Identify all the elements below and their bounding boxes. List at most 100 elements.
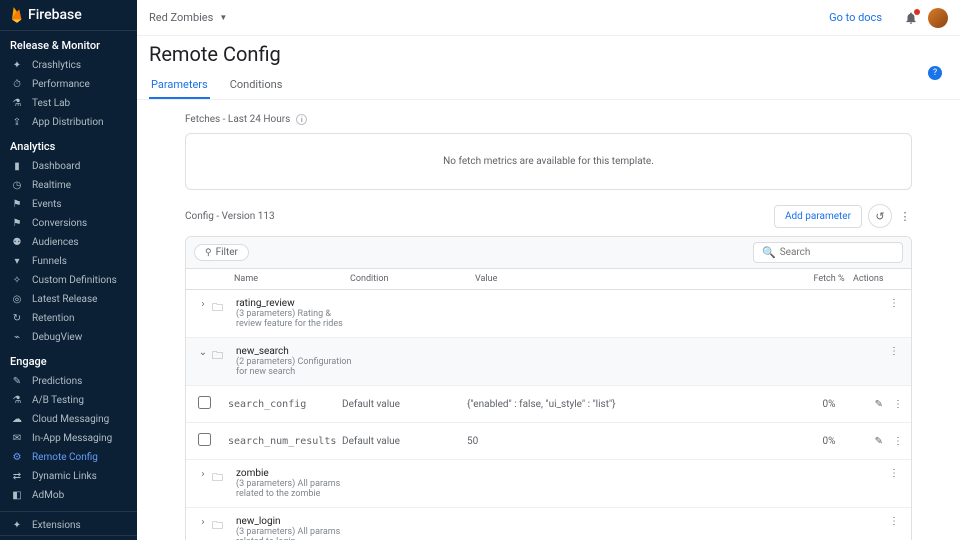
param-fetch: 0% bbox=[805, 399, 853, 410]
edit-icon[interactable]: ✎ bbox=[875, 436, 883, 447]
param-value: 50 bbox=[467, 436, 805, 447]
sidebar-item-a-b-testing[interactable]: ⚗A/B Testing bbox=[0, 391, 137, 410]
col-condition: Condition bbox=[350, 274, 475, 284]
search-icon: 🔍 bbox=[762, 246, 776, 259]
row-overflow-menu[interactable]: ⋮ bbox=[885, 298, 903, 309]
sidebar-item-audiences[interactable]: ⚉ Audiences bbox=[0, 233, 137, 252]
search-box[interactable]: 🔍 bbox=[753, 242, 903, 263]
sidebar-item-label: Events bbox=[32, 199, 62, 210]
nav-icon: ◧ bbox=[10, 490, 24, 501]
group-row[interactable]: ›🗀new_login(3 parameters) All params rel… bbox=[186, 508, 911, 540]
firebase-logo[interactable]: Firebase bbox=[0, 0, 137, 31]
nav-icon: ⚉ bbox=[10, 237, 24, 248]
chevron-right-icon[interactable]: › bbox=[194, 299, 212, 310]
section-release: Release & Monitor bbox=[0, 31, 137, 56]
row-overflow-menu[interactable]: ⋮ bbox=[885, 468, 903, 479]
avatar[interactable] bbox=[928, 8, 948, 28]
nav-icon: ▾ bbox=[10, 256, 24, 267]
param-condition: Default value bbox=[342, 436, 467, 447]
group-row[interactable]: ›🗀rating_review(3 parameters) Rating & r… bbox=[186, 290, 911, 338]
main: Red Zombies ▼ Go to docs Remote Config ?… bbox=[137, 0, 960, 540]
sidebar-item-label: Retention bbox=[32, 313, 75, 324]
sidebar-item-debugview[interactable]: ⌁DebugView bbox=[0, 328, 137, 347]
sidebar-item-extensions[interactable]: ✦ Extensions bbox=[0, 511, 137, 535]
filter-chip[interactable]: ⚲ Filter bbox=[194, 244, 249, 261]
sidebar: Firebase Release & Monitor ✦Crashlytics⏱… bbox=[0, 0, 137, 540]
nav-icon: ⏱ bbox=[10, 79, 24, 90]
sidebar-item-label: Dashboard bbox=[32, 161, 80, 172]
add-parameter-button[interactable]: Add parameter bbox=[774, 205, 862, 228]
sidebar-item-cloud-messaging[interactable]: ☁Cloud Messaging bbox=[0, 410, 137, 429]
sidebar-item-crashlytics[interactable]: ✦Crashlytics bbox=[0, 56, 137, 75]
sidebar-item-label: Extensions bbox=[32, 520, 81, 531]
chevron-right-icon[interactable]: › bbox=[194, 469, 212, 480]
row-overflow-menu[interactable]: ⋮ bbox=[885, 516, 903, 527]
folder-icon: 🗀 bbox=[212, 469, 230, 488]
nav-icon: ⇪ bbox=[10, 117, 24, 128]
tab-conditions[interactable]: Conditions bbox=[228, 72, 285, 99]
project-name: Red Zombies bbox=[149, 11, 213, 24]
sidebar-item-funnels[interactable]: ▾Funnels bbox=[0, 252, 137, 271]
nav-icon: ✧ bbox=[10, 275, 24, 286]
help-icon[interactable]: ? bbox=[928, 66, 942, 80]
nav-icon: ⚙ bbox=[10, 452, 24, 463]
nav-icon: ⚗ bbox=[10, 98, 24, 109]
nav-icon: ◷ bbox=[10, 180, 24, 191]
nav-icon: ✦ bbox=[10, 60, 24, 71]
row-overflow-menu[interactable]: ⋮ bbox=[893, 436, 903, 447]
nav-icon: ▮ bbox=[10, 161, 24, 172]
sidebar-item-app-distribution[interactable]: ⇪ App Distribution bbox=[0, 113, 137, 132]
notifications-icon[interactable] bbox=[904, 11, 918, 25]
sidebar-item-latest-release[interactable]: ◎Latest Release bbox=[0, 290, 137, 309]
go-to-docs-link[interactable]: Go to docs bbox=[829, 11, 882, 24]
group-row[interactable]: ⌄🗀new_search(2 parameters) Configuration… bbox=[186, 338, 911, 386]
sidebar-item-conversions[interactable]: ⚑ Conversions bbox=[0, 214, 137, 233]
group-row[interactable]: ›🗀 zombie(3 parameters) All params relate… bbox=[186, 460, 911, 508]
sidebar-item-label: AdMob bbox=[32, 490, 64, 501]
history-button[interactable]: ↺ bbox=[868, 204, 892, 228]
sidebar-item-custom-definitions[interactable]: ✧ Custom Definitions bbox=[0, 271, 137, 290]
group-desc: (3 parameters) All params related to the… bbox=[236, 479, 356, 499]
sidebar-item-performance[interactable]: ⏱Performance bbox=[0, 75, 137, 94]
group-desc: (2 parameters) Configuration for new sea… bbox=[236, 357, 356, 377]
folder-icon: 🗀 bbox=[212, 347, 230, 366]
param-name: search_num_results bbox=[222, 436, 342, 447]
topbar: Red Zombies ▼ Go to docs bbox=[137, 0, 960, 36]
sidebar-item-realtime[interactable]: ◷Realtime bbox=[0, 176, 137, 195]
sidebar-item-label: Conversions bbox=[32, 218, 87, 229]
row-checkbox[interactable] bbox=[198, 396, 211, 409]
sidebar-item-label: Audiences bbox=[32, 237, 79, 248]
group-name: zombie bbox=[236, 468, 885, 479]
edit-icon[interactable]: ✎ bbox=[875, 399, 883, 410]
sidebar-item-label: A/B Testing bbox=[32, 395, 84, 406]
tab-parameters[interactable]: Parameters bbox=[149, 72, 210, 99]
sidebar-item-in-app-messaging[interactable]: ✉In-App Messaging bbox=[0, 429, 137, 448]
col-fetch: Fetch % bbox=[805, 274, 853, 284]
sidebar-item-test-lab[interactable]: ⚗ Test Lab bbox=[0, 94, 137, 113]
project-selector[interactable]: Red Zombies ▼ bbox=[149, 11, 227, 24]
info-icon[interactable]: i bbox=[296, 114, 307, 125]
search-input[interactable] bbox=[780, 247, 894, 258]
sidebar-item-label: Test Lab bbox=[32, 98, 70, 109]
chevron-down-icon[interactable]: ⌄ bbox=[194, 347, 212, 358]
row-checkbox[interactable] bbox=[198, 433, 211, 446]
nav-icon: ⚑ bbox=[10, 218, 24, 229]
row-overflow-menu[interactable]: ⋮ bbox=[885, 346, 903, 357]
nav-icon: ☁ bbox=[10, 414, 24, 425]
row-overflow-menu[interactable]: ⋮ bbox=[893, 399, 903, 410]
param-condition: Default value bbox=[342, 399, 467, 410]
sidebar-item-dynamic-links[interactable]: ⇄Dynamic Links bbox=[0, 467, 137, 486]
sidebar-item-admob[interactable]: ◧ AdMob bbox=[0, 486, 137, 505]
sidebar-item-remote-config[interactable]: ⚙Remote Config bbox=[0, 448, 137, 467]
param-row: search_configDefault value{"enabled" : f… bbox=[186, 386, 911, 423]
sidebar-item-label: Custom Definitions bbox=[32, 275, 117, 286]
sidebar-item-label: App Distribution bbox=[32, 117, 104, 128]
sidebar-item-dashboard[interactable]: ▮ Dashboard bbox=[0, 157, 137, 176]
sidebar-item-events[interactable]: ⚑Events bbox=[0, 195, 137, 214]
overflow-menu[interactable]: ⋮ bbox=[898, 204, 912, 228]
filter-label: Filter bbox=[216, 247, 238, 258]
chevron-right-icon[interactable]: › bbox=[194, 517, 212, 528]
sidebar-item-predictions[interactable]: ✎Predictions bbox=[0, 372, 137, 391]
col-name: Name bbox=[222, 274, 350, 284]
sidebar-item-retention[interactable]: ↻Retention bbox=[0, 309, 137, 328]
